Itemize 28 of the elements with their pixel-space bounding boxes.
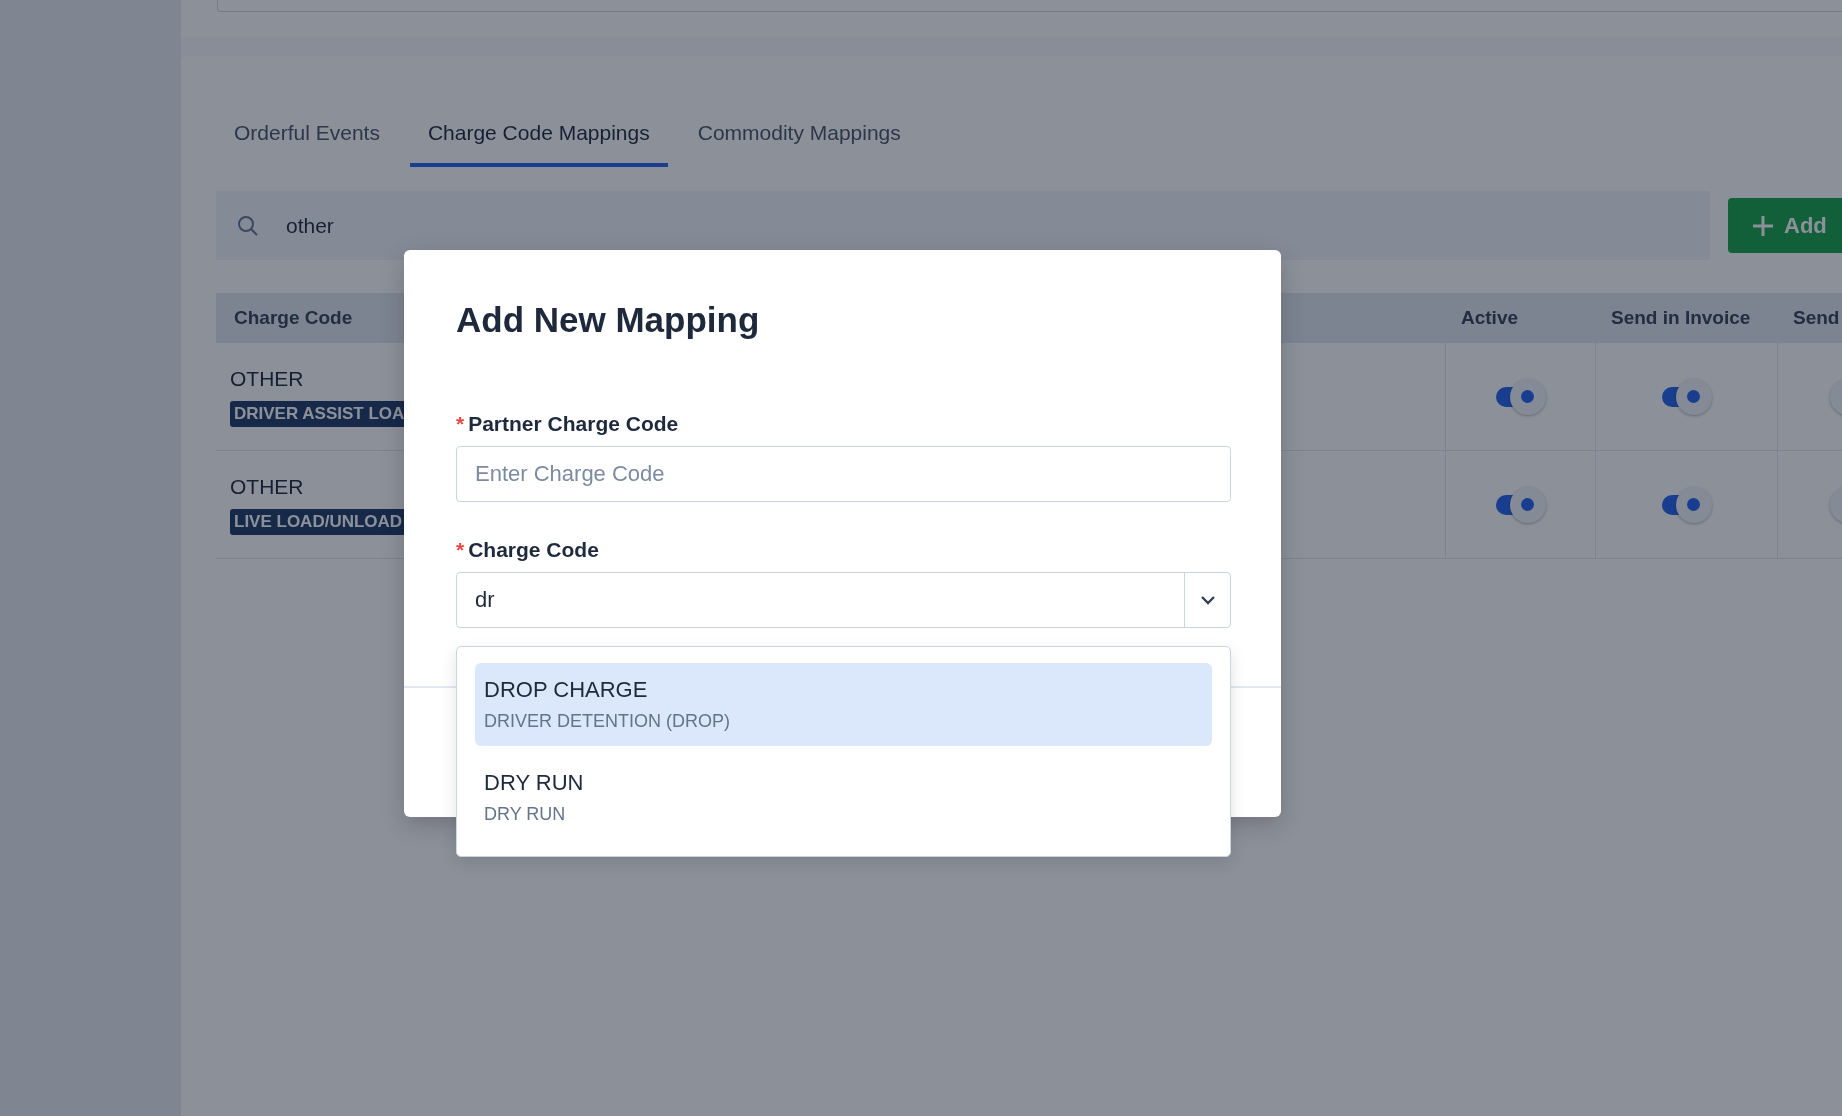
option-title: DROP CHARGE bbox=[484, 677, 649, 703]
plus-icon bbox=[1752, 214, 1774, 237]
dropdown-option[interactable]: DRY RUN DRY RUN bbox=[475, 756, 1212, 839]
dropdown-option[interactable]: DROP CHARGE DRIVER DETENTION (DROP) bbox=[475, 663, 1212, 746]
field-label: Partner Charge Code bbox=[468, 412, 679, 436]
combo-field[interactable]: dr bbox=[456, 572, 1231, 628]
option-subtitle: DRIVER DETENTION (DROP) bbox=[484, 711, 731, 732]
tab[interactable]: Commodity Mappings bbox=[679, 107, 919, 167]
required-mark: * bbox=[456, 412, 465, 436]
column-header: Send in Invoice bbox=[1611, 306, 1751, 329]
column-header: Send bbox=[1793, 306, 1840, 329]
dialog-title: Add New Mapping bbox=[456, 300, 761, 340]
chevron-down-icon[interactable] bbox=[1199, 595, 1216, 605]
option-subtitle: DRY RUN bbox=[484, 804, 567, 825]
input-field[interactable] bbox=[217, 0, 1842, 12]
table-cell: OTHER bbox=[230, 474, 304, 499]
option-title: DRY RUN bbox=[484, 770, 585, 796]
table-cell: OTHER bbox=[230, 366, 304, 391]
column-header: Charge Code bbox=[234, 306, 353, 329]
tag: LIVE LOAD/UNLOAD bbox=[230, 508, 407, 535]
tab[interactable]: Charge Code Mappings bbox=[409, 107, 668, 167]
required-mark: * bbox=[456, 538, 465, 562]
search-icon bbox=[236, 213, 260, 238]
search-field[interactable]: other bbox=[216, 191, 1710, 260]
field-label: Charge Code bbox=[468, 538, 599, 562]
tab[interactable]: Orderful Events bbox=[216, 107, 398, 167]
column-header: Active bbox=[1461, 306, 1519, 329]
input-field[interactable]: Enter Charge Code bbox=[456, 446, 1231, 502]
